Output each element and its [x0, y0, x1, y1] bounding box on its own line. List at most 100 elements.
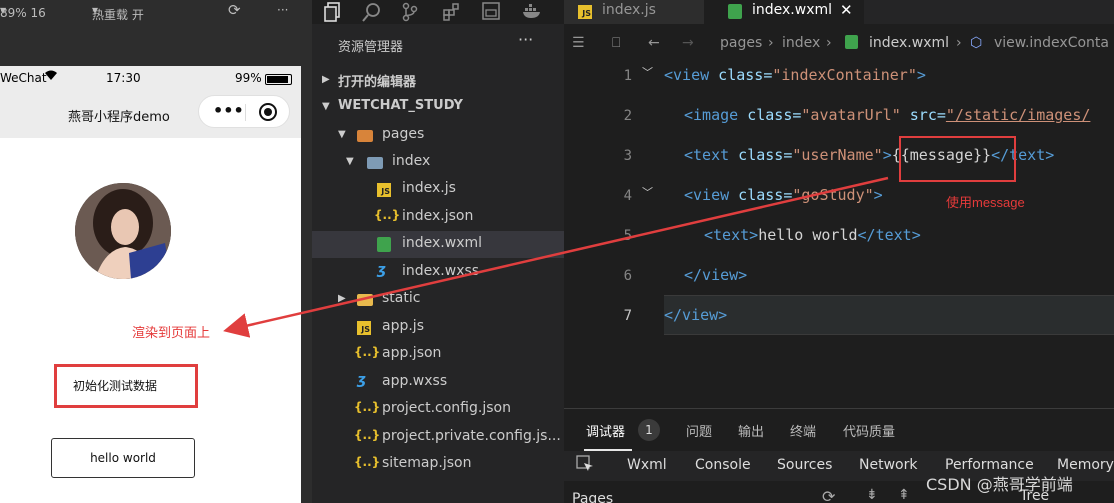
wxss-file-icon: ʒ [377, 262, 386, 278]
more-icon[interactable]: ··· [277, 3, 288, 17]
battery-label: 99% [235, 71, 262, 85]
tree-item-project-private-config[interactable]: {..} project.private.config.js... [312, 424, 564, 451]
devtools-tab-console[interactable]: Console [695, 457, 751, 473]
bookmark-icon[interactable]: ⎕ [612, 35, 620, 51]
nav-title: 燕哥小程序demo [68, 110, 170, 125]
expand-icon[interactable]: ⇟ [866, 487, 878, 503]
message-text: 初始化测试数据 [73, 379, 158, 393]
breadcrumb-element[interactable]: view.indexConta [994, 35, 1109, 51]
wxss-file-icon: ʒ [357, 372, 366, 388]
chevron-down-icon: ▼ [322, 101, 330, 112]
json-file-icon: {..} [354, 428, 381, 442]
workspace-section[interactable]: ▼ WETCHAT_STUDY [312, 94, 564, 121]
forward-arrow-icon[interactable]: → [682, 35, 694, 51]
tree-item-static[interactable]: ▶ static [312, 286, 564, 313]
tree-item-app-wxss[interactable]: ʒ app.wxss [312, 369, 564, 396]
devtools-tab-wxml[interactable]: Wxml [627, 457, 667, 473]
collapse-icon[interactable]: ⇞ [898, 487, 910, 503]
wifi-icon [44, 69, 58, 84]
annotation-use-message: 使用message [946, 195, 1025, 210]
breadcrumb-index[interactable]: index [782, 35, 820, 51]
code-editor[interactable]: 1 2 3 4 5 6 7 ﹀ ﹀ <view class="indexCont… [564, 60, 1114, 408]
tree-item-index-folder[interactable]: ▼ index [312, 149, 564, 176]
open-editors-section[interactable]: ▶ 打开的编辑器 [312, 67, 564, 94]
tab-problems[interactable]: 问题 [686, 421, 712, 440]
fold-chevron-icon[interactable]: ﹀ [642, 184, 653, 200]
folder-icon [357, 130, 373, 142]
tree-item-app-json[interactable]: {..} app.json [312, 341, 564, 368]
cube-icon: ⬡ [970, 35, 983, 51]
tab-output[interactable]: 输出 [738, 421, 764, 440]
wxml-file-icon [845, 35, 858, 49]
explorer-more-icon[interactable]: ··· [518, 30, 533, 49]
back-arrow-icon[interactable]: ← [648, 35, 660, 51]
explorer-icon[interactable] [324, 2, 344, 22]
json-file-icon: {..} [354, 400, 381, 414]
hot-reload-toggle[interactable]: 热重载 开 ▾ [92, 3, 144, 22]
line-number: 3 [623, 148, 632, 164]
tree-item-index-json[interactable]: {..} index.json [312, 204, 564, 231]
refresh-icon[interactable]: ⟳ [822, 487, 835, 503]
tree-label: Tree [1020, 488, 1050, 503]
js-file-icon: JS [357, 321, 371, 335]
tree-item-sitemap[interactable]: {..} sitemap.json [312, 451, 564, 478]
devtools-tab-network[interactable]: Network [859, 457, 917, 473]
close-record-icon[interactable] [259, 103, 277, 121]
tab-debugger[interactable]: 调试器 [586, 421, 625, 440]
tree-item-project-config[interactable]: {..} project.config.json [312, 396, 564, 423]
tab-terminal[interactable]: 终端 [790, 421, 816, 440]
code-line-7: </view> [664, 306, 728, 324]
more-dots-icon[interactable]: ••• [213, 101, 244, 120]
message-highlight-rect [899, 136, 1016, 182]
tree-item-app-js[interactable]: JS app.js [312, 314, 564, 341]
remote-icon[interactable] [482, 2, 502, 22]
line-number: 2 [623, 108, 632, 124]
breadcrumb-pages[interactable]: pages [720, 35, 762, 51]
chevron-right-icon: ▶ [338, 293, 346, 304]
phone-status-bar: WeChat 17:30 99% [0, 66, 301, 92]
chevron-right-icon: › [768, 35, 774, 51]
inspect-icon[interactable] [576, 455, 594, 477]
message-highlight-box: 初始化测试数据 [54, 364, 198, 408]
chevron-right-icon: › [826, 35, 832, 51]
search-icon[interactable] [362, 2, 382, 22]
line-number: 6 [623, 268, 632, 284]
tab-index-wxml[interactable]: index.wxml ✕ [704, 0, 864, 24]
devtools-tab-sources[interactable]: Sources [777, 457, 832, 473]
folder-open-icon [367, 157, 383, 169]
tree-item-pages[interactable]: ▼ pages [312, 122, 564, 149]
zoom-select[interactable]: 89% 16 ▾ [0, 3, 46, 20]
time-label: 17:30 [106, 71, 141, 85]
simulator-panel: 89% 16 ▾ 热重载 开 ▾ ⟳ ··· WeChat 17:30 99% … [0, 0, 312, 503]
code-line-4: <view class="goStudy"> [684, 186, 883, 204]
refresh-icon[interactable]: ⟳ [228, 1, 241, 19]
fold-chevron-icon[interactable]: ﹀ [642, 64, 653, 80]
tree-item-index-js[interactable]: JS index.js [312, 176, 564, 203]
capsule-menu[interactable]: ••• [198, 95, 290, 128]
source-control-icon[interactable] [402, 2, 422, 22]
line-number: 1 [623, 68, 632, 84]
tree-item-index-wxml[interactable]: index.wxml [312, 231, 564, 258]
hello-world-button[interactable]: hello world [51, 438, 195, 478]
folder-icon [357, 294, 373, 306]
code-line-5: <text>hello world</text> [704, 226, 921, 244]
line-number: 4 [623, 188, 632, 204]
debugger-badge: 1 [638, 419, 660, 441]
phone-screen: WeChat 17:30 99% 燕哥小程序demo ••• 初始化测试数据 h… [0, 66, 301, 503]
tree-item-index-wxss[interactable]: ʒ index.wxss [312, 259, 564, 286]
json-file-icon: {..} [354, 345, 381, 359]
chevron-right-icon: ▶ [322, 74, 330, 85]
code-line-1: <view class="indexContainer"> [664, 66, 926, 84]
breadcrumb-file[interactable]: index.wxml [869, 35, 949, 51]
activity-bar [312, 0, 564, 24]
chevron-down-icon: ▼ [338, 129, 346, 140]
battery-icon [265, 74, 292, 85]
docker-icon[interactable] [522, 2, 542, 22]
tab-code-quality[interactable]: 代码质量 [843, 421, 895, 440]
explorer-title: 资源管理器 [338, 40, 404, 55]
list-icon[interactable]: ☰ [572, 35, 585, 51]
extensions-icon[interactable] [442, 2, 462, 22]
close-icon[interactable]: ✕ [840, 1, 853, 19]
tab-index-js[interactable]: JS index.js [564, 0, 704, 24]
simulator-toolbar: 89% 16 ▾ 热重载 开 ▾ ⟳ ··· [0, 0, 312, 24]
